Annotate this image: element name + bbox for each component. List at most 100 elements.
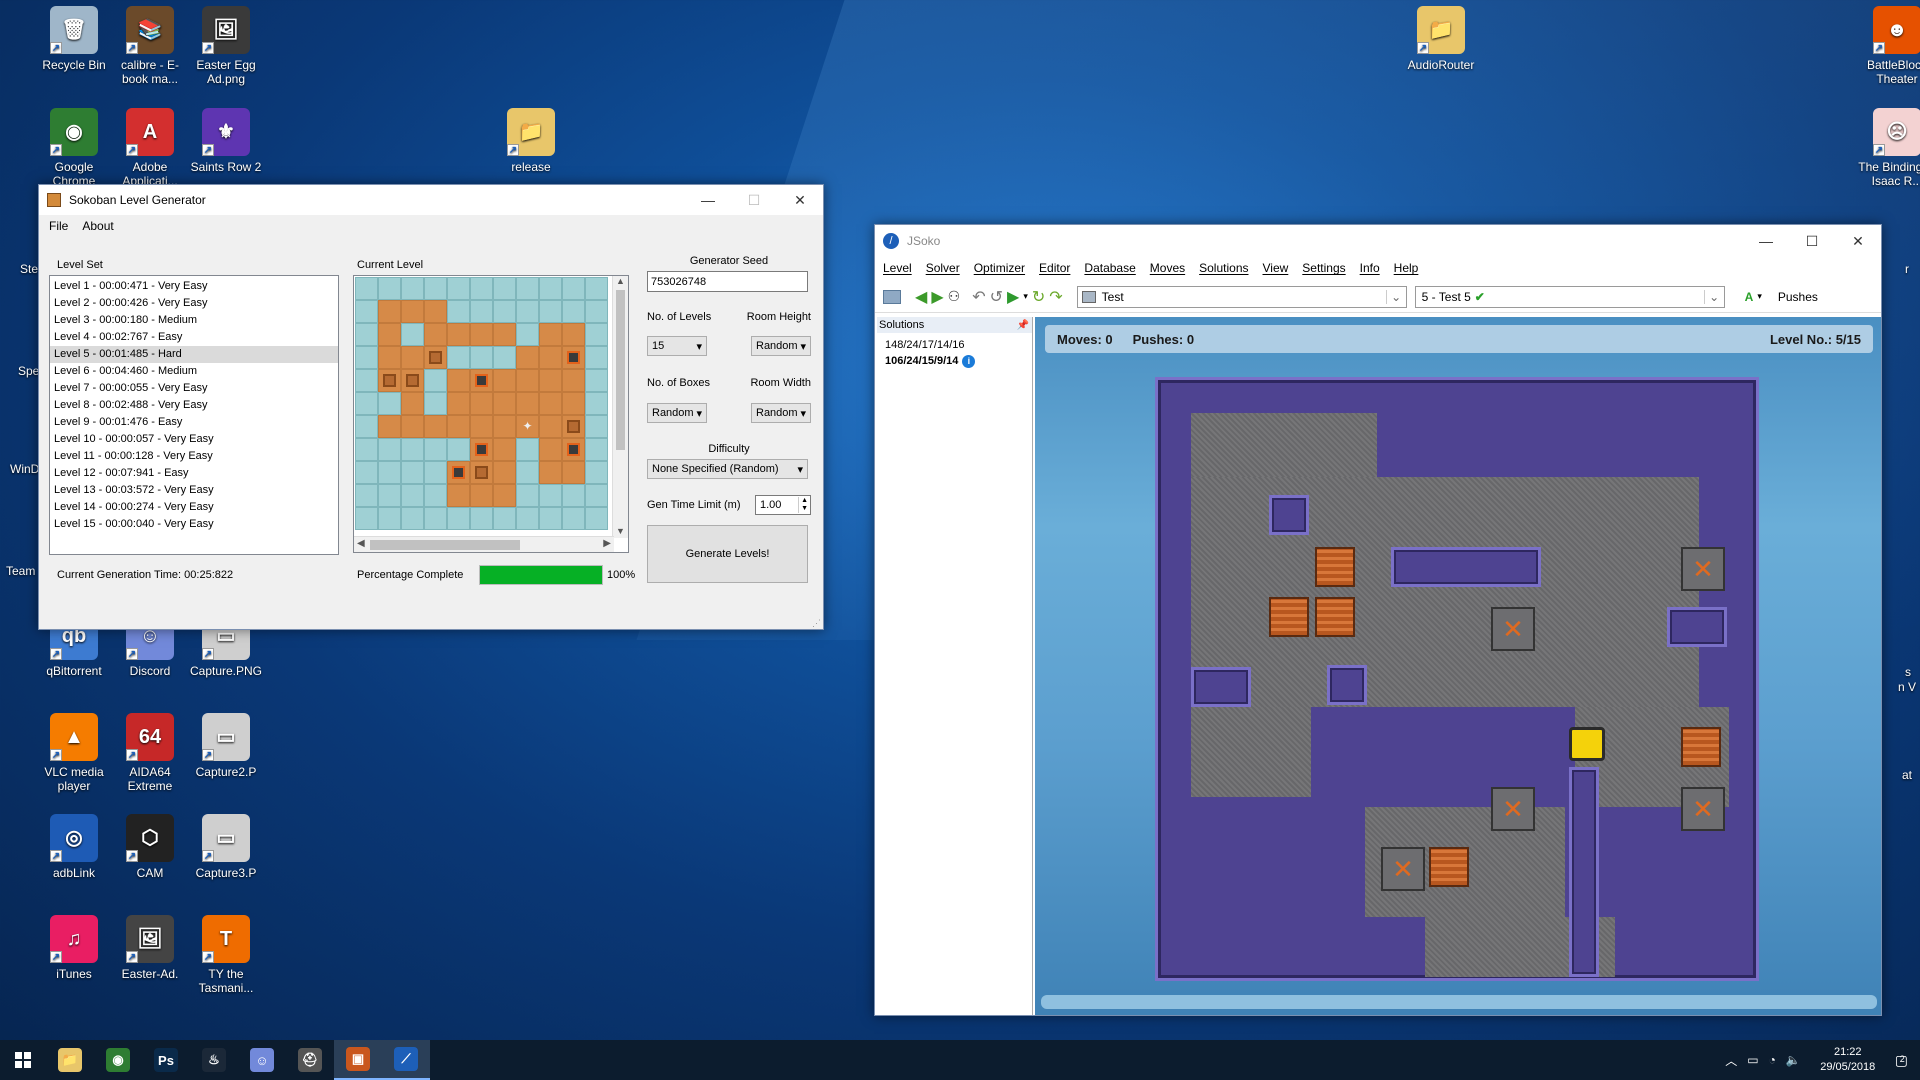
desktop-icon-release[interactable]: 📁 ↗ release bbox=[491, 108, 571, 174]
desktop-icon-itunes[interactable]: ♫ ↗ iTunes bbox=[34, 915, 114, 981]
resize-grip-icon[interactable]: ⋰ bbox=[812, 618, 821, 629]
volume-icon[interactable]: 🔈 bbox=[1786, 1053, 1801, 1067]
game-hscrollbar[interactable] bbox=[1041, 995, 1877, 1009]
level-list-item[interactable]: Level 9 - 00:01:476 - Easy bbox=[50, 414, 338, 431]
level-list-item[interactable]: Level 8 - 00:02:488 - Very Easy bbox=[50, 397, 338, 414]
desktop-icon-vlc-media-player[interactable]: ▲ ↗ VLC media player bbox=[34, 713, 114, 793]
desktop-icon-battleblock-theater[interactable]: ☻↗ BattleBlock Theater bbox=[1857, 6, 1920, 86]
menu-about[interactable]: About bbox=[82, 219, 113, 233]
collection-select[interactable]: Test ⌄ bbox=[1076, 285, 1407, 308]
desktop-icon-adobe-applicati[interactable]: A ↗ Adobe Applicati... bbox=[110, 108, 190, 188]
difficulty-select[interactable]: None Specified (Random) ▾ bbox=[647, 459, 808, 479]
preview-hscrollbar[interactable]: ◀ ▶ bbox=[354, 536, 614, 552]
menu-help[interactable]: Help bbox=[1394, 261, 1419, 275]
desktop-icon-audiorouter[interactable]: 📁 ↗ AudioRouter bbox=[1401, 6, 1481, 72]
level-list-item[interactable]: Level 14 - 00:00:274 - Very Easy bbox=[50, 499, 338, 516]
level-list-item[interactable]: Level 2 - 00:00:426 - Very Easy bbox=[50, 295, 338, 312]
level-list-item[interactable]: Level 13 - 00:03:572 - Very Easy bbox=[50, 482, 338, 499]
vscroll-thumb[interactable] bbox=[616, 290, 625, 450]
taskbar-sokoban-generator[interactable]: ▣ bbox=[334, 1040, 382, 1080]
level-list-item[interactable]: Level 3 - 00:00:180 - Medium bbox=[50, 312, 338, 329]
undo-icon[interactable]: ↺ bbox=[990, 287, 1003, 307]
undo-green-icon[interactable]: ◀ bbox=[915, 287, 927, 307]
maximize-icon[interactable]: ☐ bbox=[731, 185, 777, 215]
num-levels-select[interactable]: 15 ▾ bbox=[647, 336, 707, 356]
gen-time-spinner[interactable]: 1.00 ▲ ▼ bbox=[755, 495, 811, 515]
level-list-item[interactable]: Level 7 - 00:00:055 - Very Easy bbox=[50, 380, 338, 397]
chevron-up-icon[interactable]: ︿ bbox=[1725, 1052, 1737, 1069]
network-icon[interactable]: ◔ bbox=[1769, 1053, 1776, 1067]
desktop-icon-google-chrome[interactable]: ◉ ↗ Google Chrome bbox=[34, 108, 114, 188]
taskbar-discord[interactable]: ☺ bbox=[238, 1040, 286, 1080]
pin-icon[interactable]: 📌 bbox=[1017, 320, 1029, 331]
clock[interactable]: 21:22 29/05/2018 bbox=[1811, 1045, 1885, 1075]
taskbar-steam[interactable]: ♨ bbox=[190, 1040, 238, 1080]
level-list-item[interactable]: Level 4 - 00:02:767 - Easy bbox=[50, 329, 338, 346]
room-width-select[interactable]: Random ▾ bbox=[751, 403, 811, 423]
level-list-item[interactable]: Level 1 - 00:00:471 - Very Easy bbox=[50, 278, 338, 295]
taskbar-chrome[interactable]: ◉ bbox=[94, 1040, 142, 1080]
chevron-down-icon[interactable]: ▾ bbox=[1757, 291, 1762, 302]
play-icon[interactable]: ▶ bbox=[1007, 287, 1019, 307]
menu-editor[interactable]: Editor bbox=[1039, 261, 1070, 275]
taskbar-photoshop[interactable]: Ps bbox=[142, 1040, 190, 1080]
menu-view[interactable]: View bbox=[1263, 261, 1289, 275]
preview-vscrollbar[interactable]: ▲ ▼ bbox=[612, 276, 628, 538]
menu-solutions[interactable]: Solutions bbox=[1199, 261, 1248, 275]
taskbar-jsoko[interactable]: ⟋ bbox=[382, 1040, 430, 1080]
desktop-icon-easter-egg-ad-png[interactable]: 🖼 ↗ Easter Egg Ad.png bbox=[186, 6, 266, 86]
generate-levels-button[interactable]: Generate Levels! bbox=[647, 525, 808, 583]
info-icon[interactable]: i bbox=[962, 355, 976, 368]
redo-all-icon[interactable]: ↷ bbox=[1049, 287, 1062, 307]
desktop-icon-capture3-p[interactable]: ▭ ↗ Capture3.P bbox=[186, 814, 266, 880]
level-list-item[interactable]: Level 6 - 00:04:460 - Medium bbox=[50, 363, 338, 380]
room-height-select[interactable]: Random ▾ bbox=[751, 336, 811, 356]
menu-info[interactable]: Info bbox=[1360, 261, 1380, 275]
close-icon[interactable]: ✕ bbox=[1835, 225, 1881, 257]
desktop-icon-saints-row-2[interactable]: ⚜ ↗ Saints Row 2 bbox=[186, 108, 266, 174]
open-folder-icon[interactable] bbox=[883, 289, 901, 304]
close-icon[interactable]: ✕ bbox=[777, 185, 823, 215]
level-list-item[interactable]: Level 11 - 00:00:128 - Very Easy bbox=[50, 448, 338, 465]
undo-all-icon[interactable]: ↶ bbox=[972, 287, 985, 307]
maximize-icon[interactable]: ☐ bbox=[1789, 225, 1835, 257]
spinner-arrows-icon[interactable]: ▲ ▼ bbox=[798, 497, 810, 513]
start-button[interactable] bbox=[0, 1040, 46, 1080]
solution-item[interactable]: 148/24/17/14/16 bbox=[885, 337, 1024, 353]
minimize-icon[interactable]: — bbox=[1743, 225, 1789, 257]
desktop-icon-ty-the-tasmani[interactable]: T ↗ TY the Tasmani... bbox=[186, 915, 266, 995]
menu-level[interactable]: Level bbox=[883, 261, 912, 275]
level-list-item[interactable]: Level 12 - 00:07:941 - Easy bbox=[50, 465, 338, 482]
level-list[interactable]: Level 1 - 00:00:471 - Very Easy Level 2 -… bbox=[49, 275, 339, 555]
desktop-icon-adblink[interactable]: ◎ ↗ adbLink bbox=[34, 814, 114, 880]
desktop-icon-easter-ad[interactable]: 🖼 ↗ Easter-Ad. bbox=[110, 915, 190, 981]
desktop-icon-calibre-e-book-ma[interactable]: 📚 ↗ calibre - E-book ma... bbox=[110, 6, 190, 86]
redo-green-icon[interactable]: ▶ bbox=[931, 287, 943, 307]
menu-moves[interactable]: Moves bbox=[1150, 261, 1185, 275]
num-boxes-select[interactable]: Random ▾ bbox=[647, 403, 707, 423]
menu-database[interactable]: Database bbox=[1084, 261, 1135, 275]
battery-icon[interactable]: ▭ bbox=[1747, 1053, 1758, 1067]
desktop-icon-aida64-extreme[interactable]: 64 ↗ AIDA64 Extreme bbox=[110, 713, 190, 793]
hscroll-thumb[interactable] bbox=[370, 540, 520, 550]
desktop-icon-the-binding-of-isaac-r[interactable]: ☹↗ The Binding of Isaac R... bbox=[1857, 108, 1920, 188]
minimize-icon[interactable]: — bbox=[685, 185, 731, 215]
binoculars-icon[interactable]: ⚇ bbox=[948, 288, 961, 305]
solution-list[interactable]: 148/24/17/14/16 106/24/15/9/14 i bbox=[877, 333, 1032, 373]
level-list-item[interactable]: Level 10 - 00:00:057 - Very Easy bbox=[50, 431, 338, 448]
level-select[interactable]: 5 - Test 5 ✔ ⌄ bbox=[1414, 285, 1725, 308]
seed-input[interactable] bbox=[647, 271, 808, 292]
menu-solver[interactable]: Solver bbox=[926, 261, 960, 275]
taskbar-file-explorer[interactable]: 📁 bbox=[46, 1040, 94, 1080]
level-list-item[interactable]: Level 15 - 00:00:040 - Very Easy bbox=[50, 516, 338, 533]
solution-item[interactable]: 106/24/15/9/14 i bbox=[885, 353, 1024, 369]
sokoban-board[interactable]: ✕ ✕ ✕ ✕ ✕ bbox=[1155, 377, 1759, 981]
taskbar-app-helmet[interactable]: ⛑ bbox=[286, 1040, 334, 1080]
menu-file[interactable]: File bbox=[49, 219, 68, 233]
level-list-item[interactable]: Level 5 - 00:01:485 - Hard bbox=[50, 346, 338, 363]
desktop-icon-recycle-bin[interactable]: 🗑 ↗ Recycle Bin bbox=[34, 6, 114, 72]
chevron-down-icon[interactable]: ▾ bbox=[1023, 291, 1028, 302]
redo-icon[interactable]: ↻ bbox=[1032, 287, 1045, 307]
menu-optimizer[interactable]: Optimizer bbox=[974, 261, 1025, 275]
font-size-icon[interactable]: A bbox=[1745, 290, 1754, 304]
